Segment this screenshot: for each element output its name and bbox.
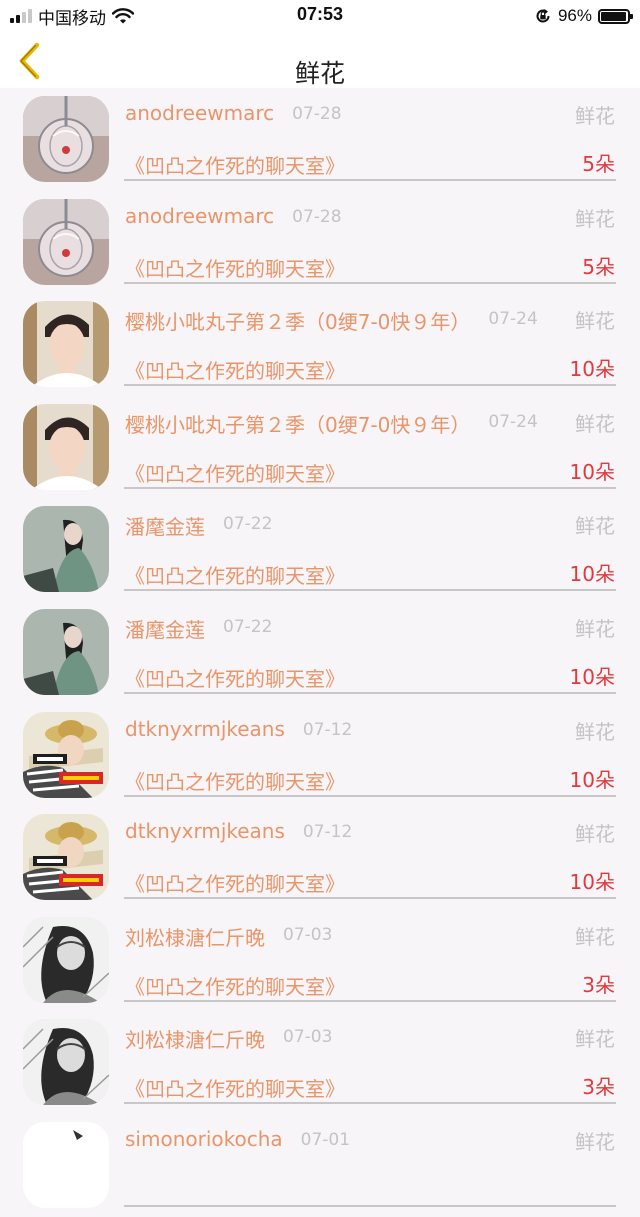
avatar[interactable]: [23, 506, 109, 593]
row-divider: [124, 897, 616, 900]
sender-name[interactable]: anodreewmarc: [125, 204, 274, 228]
gift-type: 鲜花: [575, 822, 615, 847]
gift-type: 鲜花: [575, 719, 615, 744]
room-name[interactable]: 《凹凸之作死的聊天室》: [125, 868, 345, 897]
row-divider: [124, 589, 616, 592]
row-divider: [124, 281, 616, 284]
row-divider: [124, 486, 616, 489]
avatar[interactable]: [23, 301, 109, 388]
sender-name[interactable]: 樱桃小吡丸子第２季（0绠7-0快９年）: [125, 409, 470, 438]
send-date: 07-28: [292, 206, 342, 227]
gift-count: 5朵: [582, 152, 615, 176]
room-name[interactable]: 《凹凸之作死的聊天室》: [125, 458, 345, 487]
status-bar: 中国移动 07:53 96%: [0, 0, 640, 32]
orientation-lock-icon: [536, 9, 550, 23]
gift-count: 10朵: [569, 870, 615, 895]
row-divider: [124, 1102, 616, 1105]
gift-count: 5朵: [582, 254, 615, 279]
gift-type: 鲜花: [575, 206, 615, 231]
room-name[interactable]: 《凹凸之作死的聊天室》: [125, 766, 345, 795]
row-divider: [124, 179, 616, 181]
gift-count: 10朵: [569, 562, 615, 587]
row-divider: [124, 384, 616, 387]
gift-count: 10朵: [569, 767, 615, 792]
list-item[interactable]: 刘松棣溏仁斤晚 07-03 鲜花《凹凸之作死的聊天室》 3朵: [0, 1011, 640, 1114]
room-name[interactable]: 《凹凸之作死的聊天室》: [125, 971, 345, 1000]
gift-type: 鲜花: [575, 616, 615, 641]
list-item[interactable]: anodreewmarc 07-28 鲜花《凹凸之作死的聊天室》 5朵: [0, 191, 640, 294]
row-divider: [124, 794, 616, 797]
send-date: 07-03: [283, 924, 333, 945]
list-item[interactable]: 樱桃小吡丸子第２季（0绠7-0快９年） 07-24 鲜花《凹凸之作死的聊天室》 10朵: [0, 396, 640, 499]
send-date: 07-03: [283, 1027, 333, 1048]
sender-name[interactable]: anodreewmarc: [125, 101, 274, 125]
battery-percent: 96%: [557, 6, 592, 25]
send-date: 07-12: [302, 822, 353, 843]
battery-icon: [598, 8, 633, 24]
gift-type: 鲜花: [575, 309, 615, 334]
room-name[interactable]: 《凹凸之作死的聊天室》: [125, 150, 345, 179]
list-item[interactable]: 潘麾金莲 07-22 鲜花《凹凸之作死的聊天室》 10朵: [0, 498, 640, 601]
send-date: 07-12: [302, 719, 353, 740]
sender-name[interactable]: 潘麾金莲: [125, 511, 205, 540]
avatar[interactable]: [23, 198, 109, 285]
gift-count: 10朵: [569, 357, 615, 382]
gift-type: 鲜花: [575, 924, 615, 949]
room-name[interactable]: 《凹凸之作死的聊天室》: [125, 663, 345, 692]
gift-count: 3朵: [582, 1075, 615, 1100]
gift-type: 鲜花: [575, 104, 615, 128]
room-name[interactable]: 《凹凸之作死的聊天室》: [125, 253, 345, 282]
list-item[interactable]: 潘麾金莲 07-22 鲜花《凹凸之作死的聊天室》 10朵: [0, 601, 640, 704]
gift-type: 鲜花: [575, 514, 615, 539]
room-name[interactable]: 《凹凸之作死的聊天室》: [125, 560, 345, 589]
avatar[interactable]: [23, 1019, 109, 1106]
avatar[interactable]: [23, 916, 109, 1003]
status-right: 96%: [534, 4, 633, 28]
avatar[interactable]: [23, 1121, 109, 1208]
gift-count: 3朵: [582, 972, 615, 997]
send-date: 07-01: [300, 1129, 351, 1150]
list-item[interactable]: 樱桃小吡丸子第２季（0绠7-0快９年） 07-24 鲜花《凹凸之作死的聊天室》 10朵: [0, 293, 640, 396]
send-date: 07-24: [488, 411, 538, 432]
send-date: 07-22: [223, 514, 273, 535]
sender-name[interactable]: 樱桃小吡丸子第２季（0绠7-0快９年）: [125, 306, 470, 335]
nav-bar: 鲜花: [0, 32, 640, 88]
gift-count: 10朵: [569, 459, 615, 484]
avatar[interactable]: [23, 711, 109, 798]
gift-count: 10朵: [569, 664, 615, 689]
row-divider: [124, 999, 616, 1002]
row-divider: [124, 1204, 616, 1207]
gift-record-list: anodreewmarc 07-28 鲜花 《凹凸之作死的聊天室》 5朵 anodreew…: [0, 88, 640, 1217]
list-item[interactable]: 刘松棣溏仁斤晚 07-03 鲜花《凹凸之作死的聊天室》 3朵: [0, 909, 640, 1012]
list-item[interactable]: dtknyxrmjkeans 07-12 鲜花《凹凸之作死的聊天室》 10朵: [0, 806, 640, 909]
send-date: 07-24: [488, 309, 538, 330]
row-divider: [124, 691, 616, 694]
gift-type: 鲜花: [575, 411, 615, 436]
gift-type: 鲜花: [575, 1129, 615, 1154]
sender-name[interactable]: 刘松棣溏仁斤晚: [125, 1024, 265, 1053]
list-item[interactable]: anodreewmarc 07-28 鲜花《凹凸之作死的聊天室》 5朵: [0, 88, 640, 191]
avatar[interactable]: [23, 96, 109, 182]
room-name[interactable]: 《凹凸之作死的聊天室》: [125, 1073, 345, 1102]
avatar[interactable]: [23, 814, 109, 901]
avatar[interactable]: [23, 403, 109, 490]
page-title: 鲜花: [294, 59, 345, 88]
list-item[interactable]: dtknyxrmjkeans 07-12 鲜花《凹凸之作死的聊天室》 10朵: [0, 704, 640, 807]
sender-name[interactable]: simonoriokocha: [125, 1127, 283, 1151]
sender-name[interactable]: 刘松棣溏仁斤晚: [125, 922, 265, 951]
room-name[interactable]: 《凹凸之作死的聊天室》: [125, 355, 345, 384]
list-item[interactable]: simonoriokocha 07-01 鲜花: [0, 1114, 640, 1217]
avatar[interactable]: [23, 608, 109, 695]
sender-name[interactable]: dtknyxrmjkeans: [125, 717, 285, 741]
sender-name[interactable]: 潘麾金莲: [125, 614, 205, 643]
send-date: 07-28: [292, 104, 342, 124]
send-date: 07-22: [223, 616, 273, 637]
sender-name[interactable]: dtknyxrmjkeans: [125, 819, 285, 843]
gift-type: 鲜花: [575, 1027, 615, 1052]
